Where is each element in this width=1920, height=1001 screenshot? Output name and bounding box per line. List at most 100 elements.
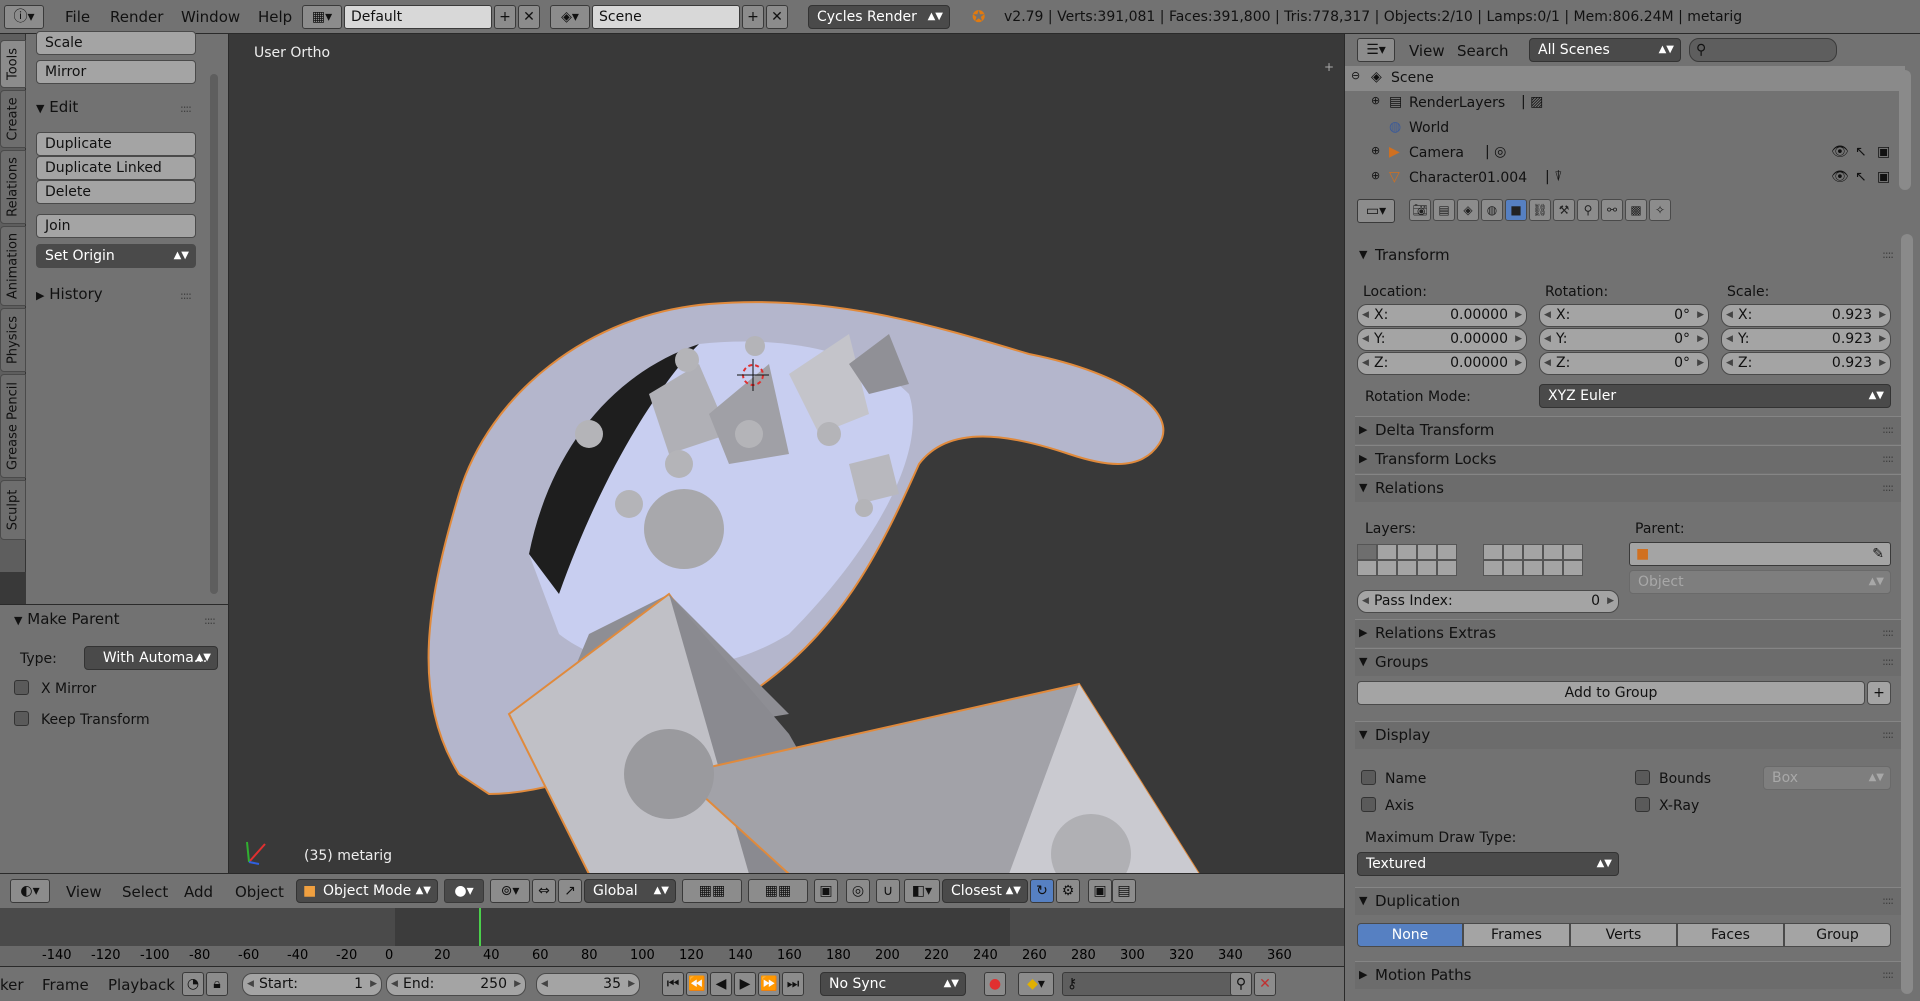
render-engine-select[interactable]: Cycles Render ▲▼ [808,5,950,29]
increment-arrow-icon[interactable]: ▶ [1879,329,1886,350]
snap-target-select[interactable]: Closest ▲▼ [942,879,1028,903]
decrement-arrow-icon[interactable]: ◀ [247,974,254,995]
increment-arrow-icon[interactable]: ▶ [1697,329,1704,350]
layer-toggle[interactable] [1417,544,1437,560]
scale-button[interactable]: Scale [36,31,196,55]
increment-arrow-icon[interactable]: ▶ [1697,305,1704,326]
eyedropper-icon[interactable]: ✎ [1872,543,1884,565]
drag-grip-icon[interactable]: :::: [180,289,192,302]
end-frame-field[interactable]: ◀ End: 250 ▶ [386,973,526,996]
play-reverse-icon[interactable]: ◀ [710,972,732,996]
display-name-checkbox[interactable] [1361,770,1376,785]
motion-paths-header[interactable]: ▶ Motion Paths:::: [1355,961,1901,989]
edit-panel-header[interactable]: ▼ Edit [36,98,78,116]
dupli-none-button[interactable]: None [1357,923,1463,947]
relations-header[interactable]: ▼ Relations:::: [1355,474,1901,502]
set-origin-select[interactable]: Set Origin ▲▼ [36,244,196,268]
add-layout-icon[interactable]: + [494,5,516,29]
layers-grid-2-icon[interactable]: ▦▦ [748,879,808,903]
decrement-arrow-icon[interactable]: ◀ [391,974,398,995]
info-editor-icon[interactable]: ⓘ▾ [4,5,44,29]
renderable-camera-icon[interactable]: ▣ [1877,169,1890,185]
rotation-y-field[interactable]: ◀ Y: 0° ▶ [1539,328,1709,351]
tab-create[interactable]: Create [0,90,26,148]
join-button[interactable]: Join [36,214,196,238]
layer-toggle[interactable] [1563,544,1583,560]
increment-arrow-icon[interactable]: ▶ [1607,591,1614,612]
expand-icon[interactable]: ⊕ [1371,94,1380,107]
split-corner-icon[interactable]: + [1324,60,1334,74]
increment-arrow-icon[interactable]: ▶ [1879,353,1886,374]
drag-grip-icon[interactable]: :::: [180,102,192,115]
increment-arrow-icon[interactable]: ▶ [514,974,521,995]
manipulator-icon[interactable]: ⇔ [532,879,556,903]
selectable-cursor-icon[interactable]: ↖ [1855,169,1867,185]
scale-y-field[interactable]: ◀ Y: 0.923 ▶ [1721,328,1891,351]
scene-icon[interactable]: ◈▾ [550,5,590,29]
expand-icon[interactable]: ⊕ [1371,144,1380,157]
opengl-render-icon[interactable]: ▣ [1088,879,1112,903]
increment-arrow-icon[interactable]: ▶ [1515,329,1522,350]
outliner-menu-view[interactable]: View [1409,42,1445,60]
rotation-z-field[interactable]: ◀ Z: 0° ▶ [1539,352,1709,375]
rotation-mode-select[interactable]: XYZ Euler ▲▼ [1539,384,1891,408]
snap-align-icon[interactable]: ↻ [1030,879,1054,903]
increment-arrow-icon[interactable]: ▶ [1515,305,1522,326]
parent-type-select[interactable]: With Automa... ▲▼ [84,646,218,670]
layer-toggle[interactable] [1543,560,1563,576]
toolshelf-scrollbar[interactable] [210,74,218,594]
decrement-arrow-icon[interactable]: ◀ [1544,353,1551,374]
location-x-field[interactable]: ◀ X: 0.00000 ▶ [1357,304,1527,327]
menu-frame[interactable]: Frame [42,976,89,994]
collapse-icon[interactable]: ⊖ [1351,69,1360,82]
orientation-select[interactable]: Global ▲▼ [584,879,676,903]
jump-keyframe-forward-icon[interactable]: ⏩ [758,972,780,996]
menu-render[interactable]: Render [110,8,163,26]
add-to-group-button[interactable]: Add to Group [1357,681,1865,705]
drag-grip-icon[interactable]: :::: [1882,446,1894,472]
menu-help[interactable]: Help [258,8,292,26]
transform-section-header[interactable]: ▼ Transform:::: [1355,242,1901,270]
shading-icon[interactable]: ●▾ [444,879,484,903]
tab-grease-pencil[interactable]: Grease Pencil [0,374,26,478]
outliner-row-camera[interactable]: ⊕ ▶ Camera | ◎ 👁︎ ↖ ▣ [1345,141,1905,166]
transform-gizmo-icon[interactable]: ↗ [558,879,582,903]
lock-range-icon[interactable]: 🔒︎ [206,972,228,996]
display-mode-select[interactable]: All Scenes ▲▼ [1529,38,1681,62]
pass-index-field[interactable]: ◀ Pass Index: 0 ▶ [1357,590,1619,613]
opengl-anim-icon[interactable]: ▤ [1112,879,1136,903]
properties-scrollbar[interactable] [1901,234,1913,994]
drag-grip-icon[interactable]: :::: [1882,620,1894,646]
decrement-arrow-icon[interactable]: ◀ [1362,353,1369,374]
outliner-row-world[interactable]: ◍ World [1345,116,1905,141]
dupli-frames-button[interactable]: Frames [1463,923,1570,947]
display-bounds-checkbox[interactable] [1635,770,1650,785]
layer-toggle[interactable] [1397,544,1417,560]
decrement-arrow-icon[interactable]: ◀ [1726,353,1733,374]
snap-element-icon[interactable]: ◧▾ [904,879,940,903]
make-parent-header[interactable]: ▼ Make Parent [14,610,120,628]
properties-editor-icon[interactable]: ▭▾ [1357,199,1395,223]
relations-extras-header[interactable]: ▶ Relations Extras:::: [1355,619,1901,647]
keep-transform-checkbox[interactable] [14,711,29,726]
outliner-menu-search[interactable]: Search [1457,42,1509,60]
bounds-type-select[interactable]: Box ▲▼ [1763,766,1891,790]
jump-start-icon[interactable]: ⏮ [662,972,684,996]
duplicate-linked-button[interactable]: Duplicate Linked [36,156,196,180]
menu-select[interactable]: Select [122,883,168,901]
bone-tab-icon[interactable]: ⚯ [1601,199,1623,221]
location-y-field[interactable]: ◀ Y: 0.00000 ▶ [1357,328,1527,351]
location-z-field[interactable]: ◀ Z: 0.00000 ▶ [1357,352,1527,375]
render-layers-tab-icon[interactable]: ▤ [1433,199,1455,221]
delete-key-icon[interactable]: ✕ [1254,972,1276,996]
particles-tab-icon[interactable]: ✧ [1649,199,1671,221]
tab-physics[interactable]: Physics [0,308,26,372]
mode-select[interactable]: ■ Object Mode ▲▼ [296,879,438,903]
decrement-arrow-icon[interactable]: ◀ [541,974,548,995]
increment-arrow-icon[interactable]: ▶ [628,974,635,995]
layer-toggle[interactable] [1543,544,1563,560]
add-group-plus-icon[interactable]: + [1867,681,1891,705]
display-header[interactable]: ▼ Display:::: [1355,721,1901,749]
layers-grid-icon[interactable]: ▦▦ [682,879,742,903]
data-tab-icon[interactable]: ⚲ [1577,199,1599,221]
